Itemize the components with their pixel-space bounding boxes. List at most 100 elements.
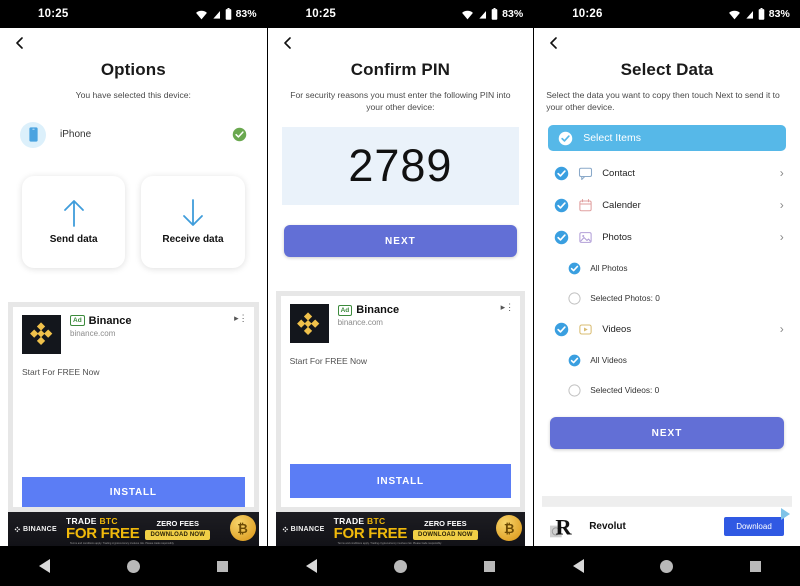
back-chevron-icon[interactable] <box>282 37 294 49</box>
list-item-all-photos[interactable]: All Photos <box>534 253 800 283</box>
send-data-label: Send data <box>49 234 98 246</box>
nav-home-icon[interactable] <box>126 559 140 573</box>
radio-unchecked-icon[interactable] <box>568 292 581 305</box>
wifi-icon <box>462 10 474 19</box>
bottom-spacer <box>534 449 800 482</box>
action-card-row: Send data Receive data <box>0 175 267 268</box>
list-item-label: Selected Videos: 0 <box>590 385 660 396</box>
image-icon <box>579 231 592 243</box>
check-circle-icon[interactable] <box>558 131 573 146</box>
app-body-options: Options You have selected this device: i… <box>0 28 267 546</box>
chevron-right-icon[interactable]: › <box>780 167 784 179</box>
android-nav-bar <box>0 546 267 586</box>
binance-banner-ad[interactable]: BINANCE TRADE BTC FOR FREE ZERO FEES DOW… <box>8 512 259 546</box>
google-ad-card[interactable]: ▸⋮ Ad Binance binance.com Start For FREE… <box>280 296 521 507</box>
receive-data-card[interactable]: Receive data <box>141 175 245 268</box>
list-item-label: Selected Photos: 0 <box>590 293 660 304</box>
phone-screen-select-data: 10:26 83% Select Data Select the data yo… <box>533 0 800 586</box>
ad-spacer <box>22 377 245 477</box>
send-data-card[interactable]: Send data <box>22 175 126 268</box>
list-item-contact[interactable]: Contact › <box>534 157 800 189</box>
adchoices-icon[interactable] <box>780 508 790 520</box>
back-chevron-icon[interactable] <box>14 37 26 49</box>
pin-display-box: 2789 <box>281 127 520 206</box>
checkbox-checked-icon[interactable] <box>554 166 569 181</box>
nav-home-icon[interactable] <box>393 559 407 573</box>
wifi-icon <box>195 10 207 19</box>
revolut-download-button[interactable]: Download <box>724 517 784 536</box>
binance-banner-ad[interactable]: BINANCE TRADE BTC FOR FREE ZERO FEES DOW… <box>275 512 526 546</box>
back-bar[interactable] <box>0 28 267 58</box>
checkbox-checked-icon[interactable] <box>554 322 569 337</box>
back-bar[interactable] <box>534 28 800 58</box>
radio-unchecked-icon[interactable] <box>568 384 581 397</box>
nav-recents-icon[interactable] <box>216 560 228 572</box>
ad-brand: Binance <box>88 314 132 327</box>
back-bar[interactable] <box>268 28 534 58</box>
battery-icon <box>758 8 765 20</box>
phone-icon <box>20 121 46 148</box>
list-item-selected-videos[interactable]: Selected Videos: 0 <box>534 375 800 405</box>
select-items-bar[interactable]: Select Items <box>548 125 786 152</box>
radio-checked-icon[interactable] <box>568 354 581 367</box>
status-bar: 10:25 83% <box>267 0 534 28</box>
revolut-ad-title: Revolut <box>589 521 626 532</box>
ad-install-button[interactable]: INSTALL <box>22 477 245 507</box>
green-check-icon <box>232 127 246 142</box>
list-item-photos[interactable]: Photos › <box>534 221 800 253</box>
battery-percent: 83% <box>502 8 524 20</box>
bitcoin-coin-icon: ₿ <box>229 515 256 541</box>
nav-back-icon[interactable] <box>572 559 584 573</box>
page-subtitle: For security reasons you must enter the … <box>290 90 511 112</box>
status-time: 10:26 <box>572 8 603 20</box>
binance-banner-zerofees: ZERO FEES <box>424 518 467 528</box>
ad-url: binance.com <box>70 328 116 338</box>
nav-back-icon[interactable] <box>306 559 318 573</box>
arrow-down-icon <box>183 199 203 226</box>
nav-recents-icon[interactable] <box>483 560 495 572</box>
wifi-icon <box>728 10 740 19</box>
nav-recents-icon[interactable] <box>750 560 762 572</box>
ad-install-button[interactable]: INSTALL <box>289 464 512 498</box>
list-item-label: Contact <box>602 167 635 179</box>
signal-icon <box>744 8 754 19</box>
adchoices-icon[interactable]: ▸⋮ <box>501 302 515 313</box>
list-item-all-videos[interactable]: All Videos <box>534 345 800 375</box>
status-time: 10:25 <box>305 8 337 20</box>
next-button[interactable]: NEXT <box>550 417 784 450</box>
google-ad-container: ▸⋮ Ad Binance binance.com Start For FREE… <box>8 301 259 512</box>
calendar-icon <box>579 198 592 211</box>
chevron-right-icon[interactable]: › <box>780 231 784 243</box>
screenshot-root: 10:25 83% Options You have selected this… <box>0 0 800 586</box>
binance-logo-icon <box>22 314 61 354</box>
list-item-label: All Videos <box>590 355 627 366</box>
nav-back-icon[interactable] <box>38 559 50 573</box>
binance-banner-cta[interactable]: DOWNLOAD NOW <box>145 529 211 540</box>
nav-home-icon[interactable] <box>660 559 674 573</box>
back-chevron-icon[interactable] <box>548 37 560 49</box>
arrow-up-icon <box>63 200 84 227</box>
binance-diamond-icon <box>14 526 21 532</box>
selected-device-row[interactable]: iPhone <box>20 121 247 148</box>
binance-banner-brand: BINANCE <box>23 525 57 533</box>
binance-banner-fineprint: Terms and conditions apply. Trading cryp… <box>337 542 442 545</box>
checkbox-checked-icon[interactable] <box>554 198 569 213</box>
chevron-right-icon[interactable]: › <box>780 199 784 211</box>
list-item-videos[interactable]: Videos › <box>534 313 800 345</box>
ad-placeholder-strip <box>542 496 792 506</box>
radio-checked-icon[interactable] <box>568 262 581 275</box>
binance-banner-cta[interactable]: DOWNLOAD NOW <box>413 529 478 540</box>
signal-icon <box>478 8 487 19</box>
google-ad-card[interactable]: ▸⋮ Ad Binance binance.com Start For FREE… <box>13 306 254 507</box>
list-item-label: Photos <box>602 231 632 243</box>
list-item-selected-photos[interactable]: Selected Photos: 0 <box>534 283 800 313</box>
chevron-right-icon[interactable]: › <box>780 323 784 335</box>
battery-percent: 83% <box>235 8 257 20</box>
adchoices-icon[interactable]: ▸⋮ <box>234 313 248 324</box>
binance-banner-headline: TRADE BTC FOR FREE <box>66 517 140 541</box>
list-item-calender[interactable]: Calender › <box>534 189 800 221</box>
checkbox-checked-icon[interactable] <box>554 230 569 245</box>
revolut-banner-ad[interactable]: R Revolut Download <box>542 506 792 546</box>
status-icons: 83% <box>195 8 257 20</box>
next-button[interactable]: NEXT <box>283 225 518 258</box>
